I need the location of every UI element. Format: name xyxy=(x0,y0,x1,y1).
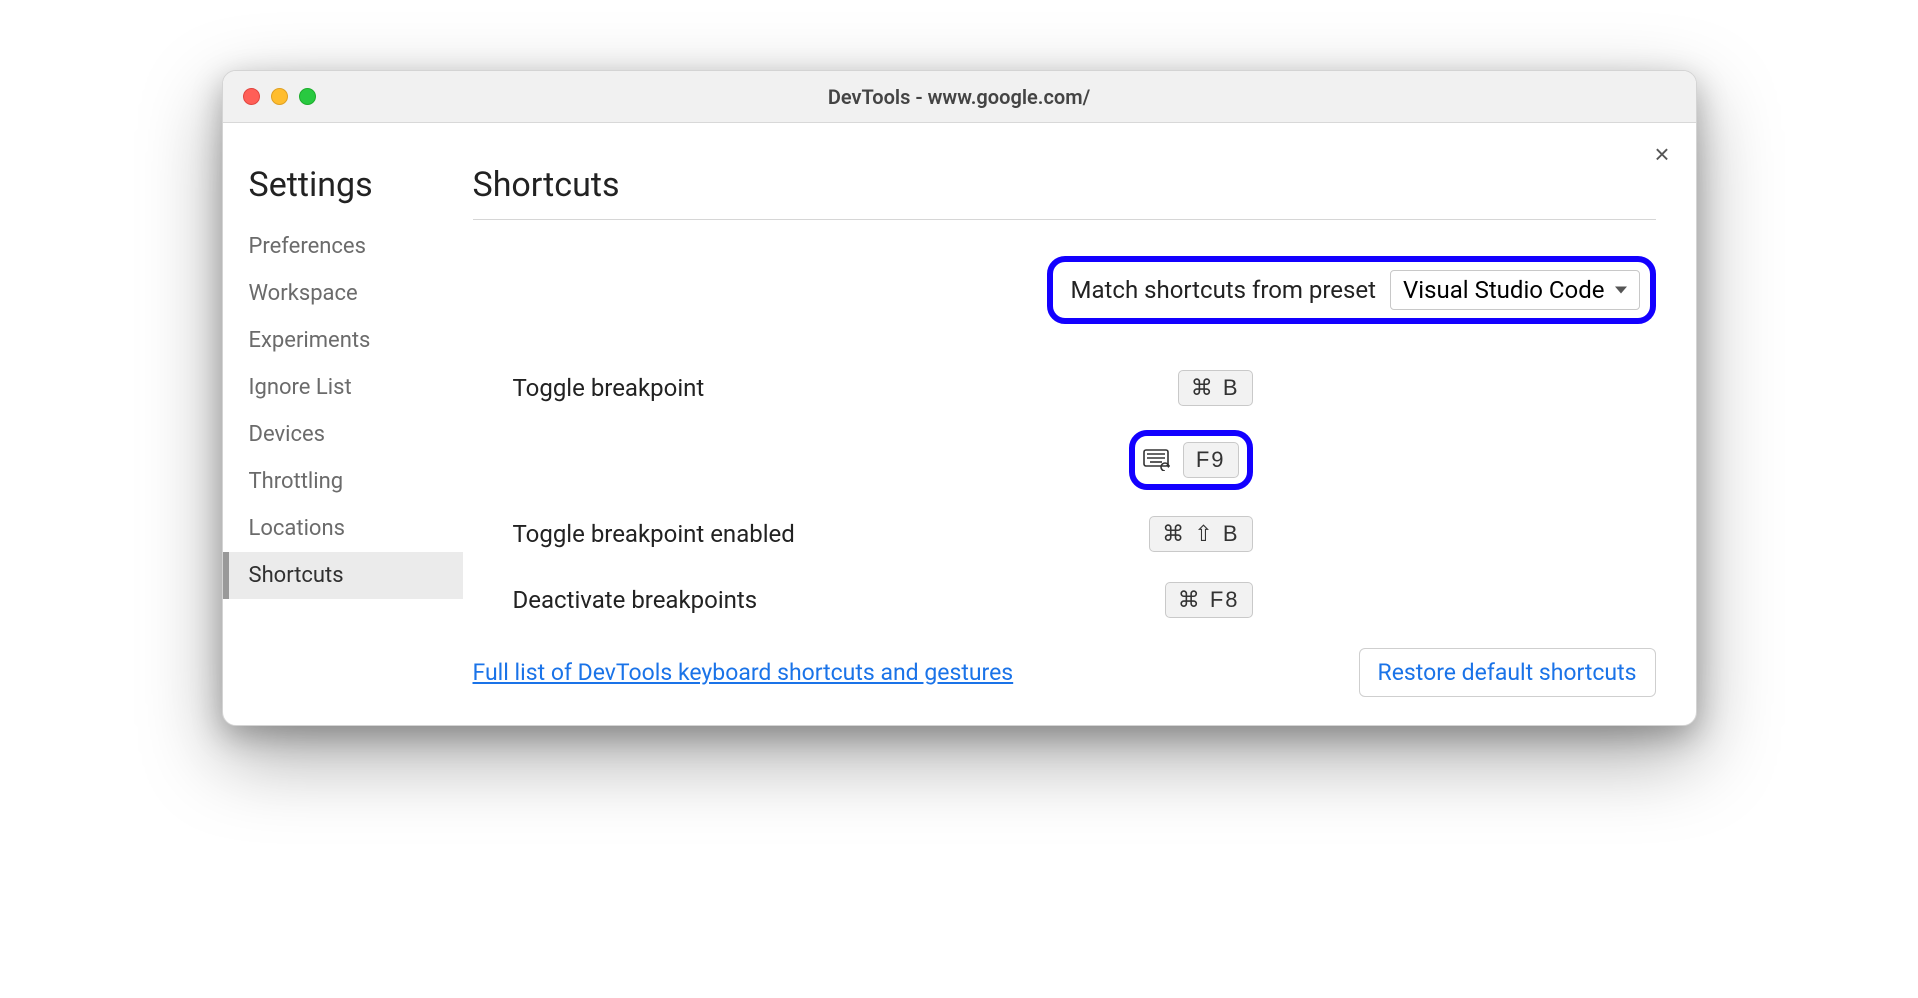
shortcut-highlight: F9 xyxy=(1129,430,1253,490)
footer-row: Full list of DevTools keyboard shortcuts… xyxy=(473,648,1656,697)
shortcut-label: Toggle breakpoint enabled xyxy=(513,520,1150,548)
shortcut-row: Toggle breakpoint enabled ⌘ ⇧ B xyxy=(513,516,1253,552)
divider xyxy=(473,219,1656,220)
sidebar-item-workspace[interactable]: Workspace xyxy=(223,270,463,317)
traffic-lights xyxy=(243,88,316,105)
close-settings-button[interactable]: × xyxy=(1654,141,1669,167)
preset-label: Match shortcuts from preset xyxy=(1071,276,1376,304)
preset-highlight: Match shortcuts from preset Visual Studi… xyxy=(1047,256,1656,324)
key-group: ⌘ B xyxy=(1178,370,1253,406)
minimize-window-button[interactable] xyxy=(271,88,288,105)
sidebar-item-throttling[interactable]: Throttling xyxy=(223,458,463,505)
titlebar: DevTools - www.google.com/ xyxy=(223,71,1696,123)
kbd: ⌘ F8 xyxy=(1165,582,1253,618)
sidebar-item-experiments[interactable]: Experiments xyxy=(223,317,463,364)
shortcut-row: Deactivate breakpoints ⌘ F8 xyxy=(513,582,1253,618)
page-title: Shortcuts xyxy=(473,165,1656,219)
sidebar-item-preferences[interactable]: Preferences xyxy=(223,223,463,270)
shortcut-row: Toggle breakpoint ⌘ B xyxy=(513,370,1253,406)
kbd: ⌘ B xyxy=(1178,370,1253,406)
zoom-window-button[interactable] xyxy=(299,88,316,105)
full-list-link[interactable]: Full list of DevTools keyboard shortcuts… xyxy=(473,659,1014,686)
sidebar-item-shortcuts[interactable]: Shortcuts xyxy=(223,552,463,599)
key-group: ⌘ ⇧ B xyxy=(1149,516,1252,552)
shortcut-label: Deactivate breakpoints xyxy=(513,586,1165,614)
sidebar: Settings Preferences Workspace Experimen… xyxy=(223,123,463,725)
close-window-button[interactable] xyxy=(243,88,260,105)
content-area: × Settings Preferences Workspace Experim… xyxy=(223,123,1696,725)
main-panel: Shortcuts Match shortcuts from preset Vi… xyxy=(463,123,1696,725)
window-title: DevTools - www.google.com/ xyxy=(828,85,1090,109)
sidebar-item-devices[interactable]: Devices xyxy=(223,411,463,458)
kbd: ⌘ ⇧ B xyxy=(1149,516,1252,552)
settings-window: DevTools - www.google.com/ × Settings Pr… xyxy=(222,70,1697,726)
sidebar-item-locations[interactable]: Locations xyxy=(223,505,463,552)
sidebar-heading: Settings xyxy=(223,165,463,223)
sidebar-item-ignore-list[interactable]: Ignore List xyxy=(223,364,463,411)
shortcut-list: Toggle breakpoint enabled ⌘ ⇧ B Deactiva… xyxy=(473,516,1253,618)
key-group: ⌘ F8 xyxy=(1165,582,1253,618)
keyboard-reset-icon[interactable] xyxy=(1143,449,1173,471)
shortcut-list: Toggle breakpoint ⌘ B xyxy=(473,370,1253,406)
preset-select[interactable]: Visual Studio Code xyxy=(1390,270,1640,310)
preset-selected-value: Visual Studio Code xyxy=(1403,276,1605,304)
kbd: F9 xyxy=(1183,442,1239,478)
restore-defaults-button[interactable]: Restore default shortcuts xyxy=(1359,648,1656,697)
preset-row: Match shortcuts from preset Visual Studi… xyxy=(473,256,1656,324)
shortcut-label: Toggle breakpoint xyxy=(513,374,1178,402)
shortcut-row-highlighted: F9 xyxy=(473,430,1253,490)
